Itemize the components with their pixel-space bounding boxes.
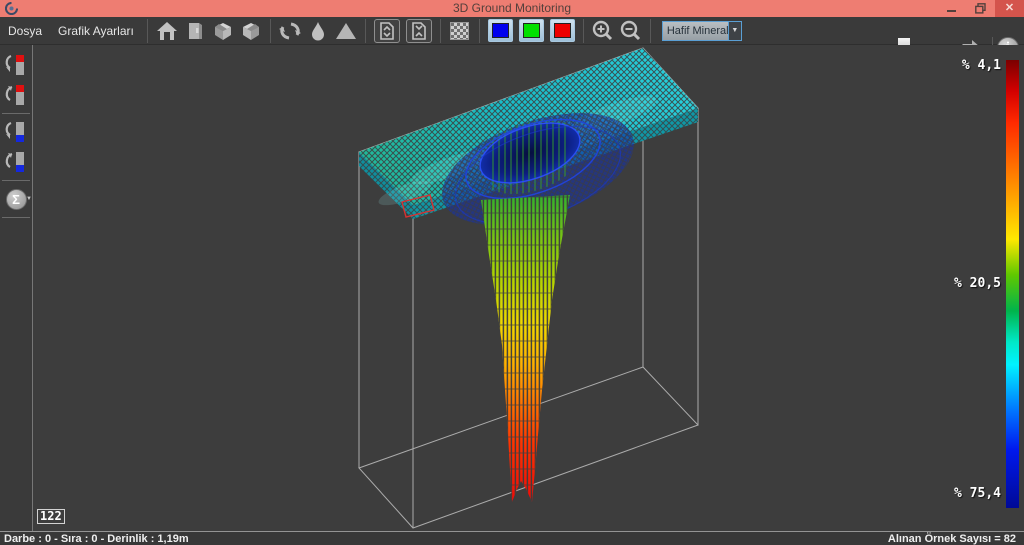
sidebar-separator (2, 113, 30, 114)
funnel-mesh (481, 195, 570, 502)
colorbar (1006, 60, 1019, 508)
app-window: 3D Ground Monitoring ✕ Dosya Grafik Ayar… (0, 0, 1024, 545)
zoom-out-icon (620, 20, 642, 42)
grid-icon (450, 22, 469, 40)
status-right: Alınan Örnek Sayısı = 82 (888, 533, 1024, 545)
red-channel-button[interactable] (550, 19, 575, 42)
status-bar: Darbe : 0 - Sıra : 0 - Derinlik : 1,19m … (0, 531, 1024, 545)
rod-up-red-button[interactable] (1, 51, 31, 79)
toolbar-separator (270, 19, 271, 43)
zoom-in-button[interactable] (589, 18, 617, 44)
collapse-doc-button[interactable] (406, 19, 432, 43)
cube-iso-left-icon (212, 21, 234, 41)
menu-item-grafik-ayarlari[interactable]: Grafik Ayarları (50, 17, 142, 45)
expand-doc-button[interactable] (374, 19, 400, 43)
sidebar-separator (2, 180, 30, 181)
rod-up-blue-button[interactable] (1, 118, 31, 146)
menu-item-dosya[interactable]: Dosya (0, 17, 50, 45)
grid-button[interactable] (446, 18, 474, 44)
toolbar-separator (440, 19, 441, 43)
toolbar-separator (365, 19, 366, 43)
droplet-button[interactable] (304, 18, 332, 44)
droplet-icon (309, 21, 327, 41)
sigma-button[interactable]: Σ ▼ (1, 185, 31, 213)
cube-iso-right-icon (240, 21, 262, 41)
zoom-out-button[interactable] (617, 18, 645, 44)
box-view-button[interactable] (181, 18, 209, 44)
cube-icon (185, 21, 205, 41)
rod-down-red-button[interactable] (1, 81, 31, 109)
home-view-button[interactable] (153, 18, 181, 44)
triangle-icon (335, 21, 357, 41)
chevron-down-icon[interactable]: ▼ (728, 22, 741, 40)
3d-scene (33, 45, 1024, 531)
window-title: 3D Ground Monitoring (0, 1, 1024, 15)
sample-count-marker: 122 (37, 509, 65, 524)
mineral-type-combobox[interactable]: Hafif Mineralli ▼ (662, 21, 742, 41)
sidebar-separator (2, 217, 30, 218)
toolbar-separator (583, 19, 584, 43)
blue-swatch-icon (492, 23, 509, 38)
left-sidebar: Σ ▼ (0, 45, 33, 531)
toolbar: Dosya Grafik Ayarları (0, 17, 1024, 45)
minimize-button[interactable] (937, 0, 966, 17)
document-expand-icon (379, 22, 395, 40)
toolbar-separator (650, 19, 651, 43)
zoom-in-icon (592, 20, 614, 42)
sigma-dropdown-icon[interactable]: ▼ (26, 196, 32, 202)
minimize-icon (947, 10, 956, 12)
toolbar-separator (479, 19, 480, 43)
colorbar-label-middle: % 20,5 (911, 276, 1001, 291)
rod-up-red-icon (3, 52, 29, 78)
green-swatch-icon (523, 23, 540, 38)
sigma-icon: Σ (6, 189, 27, 210)
iso-view-left-button[interactable] (209, 18, 237, 44)
rod-down-blue-button[interactable] (1, 148, 31, 176)
status-left: Darbe : 0 - Sıra : 0 - Derinlik : 1,19m (0, 533, 189, 545)
restore-icon (975, 3, 986, 14)
toolbar-separator (147, 19, 148, 43)
scene-canvas[interactable]: % 4,1 % 20,5 % 75,4 122 (33, 45, 1024, 531)
restore-button[interactable] (966, 0, 995, 17)
rod-down-red-icon (3, 82, 29, 108)
rod-up-blue-icon (3, 119, 29, 145)
rotate-view-button[interactable] (276, 18, 304, 44)
cone-button[interactable] (332, 18, 360, 44)
rod-down-blue-icon (3, 149, 29, 175)
rotate-arrows-icon (277, 20, 303, 42)
green-channel-button[interactable] (519, 19, 544, 42)
colorbar-label-bottom: % 75,4 (911, 486, 1001, 501)
close-icon: ✕ (1005, 3, 1014, 14)
house-icon (156, 21, 178, 41)
title-bar[interactable]: 3D Ground Monitoring ✕ (0, 0, 1024, 17)
close-button[interactable]: ✕ (995, 0, 1024, 17)
window-controls: ✕ (937, 0, 1024, 17)
iso-view-right-button[interactable] (237, 18, 265, 44)
combobox-value: Hafif Mineralli (663, 22, 728, 40)
colorbar-label-top: % 4,1 (911, 58, 1001, 73)
blue-channel-button[interactable] (488, 19, 513, 42)
document-collapse-icon (411, 22, 427, 40)
red-swatch-icon (554, 23, 571, 38)
